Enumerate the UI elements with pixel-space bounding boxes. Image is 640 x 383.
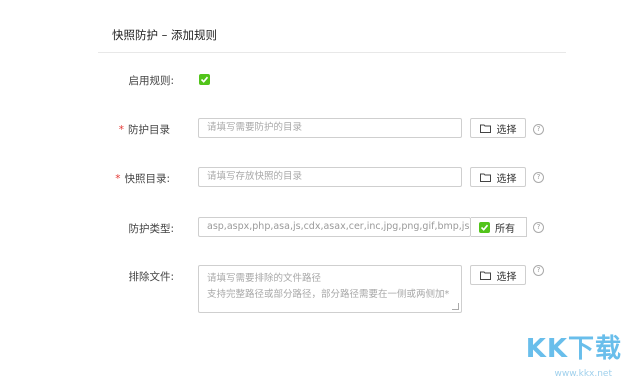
help-icon[interactable]: ? [533,265,544,276]
all-types-toggle[interactable]: 所有 [471,217,527,237]
exclude-files-textarea[interactable]: 请填写需要排除的文件路径 支持完整路径或部分路径，部分路径需要在一侧或两侧加* [198,265,462,313]
watermark-logo: KK下载 [525,334,622,364]
enable-rule-checkbox[interactable] [199,74,210,85]
exclude-files-label: 排除文件: [128,271,174,283]
all-types-label: 所有 [495,223,515,235]
watermark-url: www.kkx.net [554,369,613,379]
required-asterisk: * [115,173,121,185]
page-title: 快照防护 – 添加规则 [112,28,218,42]
protect-type-input[interactable]: asp,aspx,php,asa,js,cdx,asax,cer,inc,jpg… [198,217,471,237]
exclude-files-select-label: 选择 [496,271,517,283]
snapshot-dir-select-button[interactable]: 选择 [470,167,526,187]
help-icon[interactable]: ? [533,124,544,135]
enable-rule-label: 启用规则: [128,75,174,87]
help-icon[interactable]: ? [533,222,544,233]
check-icon [200,76,209,83]
folder-icon [479,173,491,182]
folder-icon [479,124,491,133]
snapshot-dir-select-label: 选择 [496,173,517,185]
folder-icon [479,271,491,280]
protect-dir-select-label: 选择 [496,124,517,136]
header-divider [98,52,566,53]
exclude-files-select-button[interactable]: 选择 [470,265,526,285]
resize-handle[interactable] [452,303,459,310]
snapshot-dir-label: 快照目录: [124,173,170,185]
check-icon [480,224,489,231]
protect-dir-label: 防护目录 [128,124,170,136]
help-icon[interactable]: ? [533,172,544,183]
snapshot-dir-label-row: * 快照目录: [80,171,170,186]
protect-dir-select-button[interactable]: 选择 [470,118,526,138]
all-types-checkbox[interactable] [479,221,490,233]
exclude-files-placeholder-line1: 请填写需要排除的文件路径 [207,273,322,284]
snapshot-dir-input[interactable]: 请填写存放快照的目录 [198,167,462,187]
exclude-files-placeholder-line2: 支持完整路径或部分路径，部分路径需要在一侧或两侧加* [207,289,450,300]
required-asterisk: * [118,124,124,136]
protect-type-label: 防护类型: [128,223,174,235]
protect-dir-input[interactable]: 请填写需要防护的目录 [198,118,462,138]
protect-dir-label-row: * 防护目录 [80,122,170,137]
